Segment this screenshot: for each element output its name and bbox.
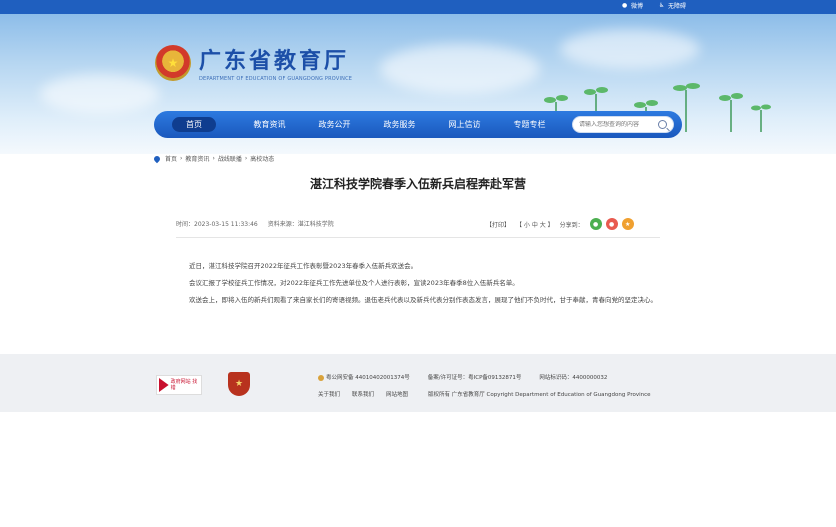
paragraph: 会议汇报了学校征兵工作情况，对2022年征兵工作先进单位及个人进行表彰，宣读20… (189, 279, 519, 287)
article-source: 湛江科技学院 (297, 221, 334, 228)
nav-item-topics[interactable]: 专题专栏 (497, 119, 562, 130)
location-pin-icon (152, 154, 162, 163)
source-label: 资料来源： (267, 221, 298, 228)
footer-links-row: 关于我们 联系我们 网站地图 版权所有 广东省教育厅 Copyright Dep… (318, 390, 651, 398)
nav-item-home[interactable]: 首页 (172, 117, 216, 132)
weibo-link[interactable]: ● 微博 (622, 1, 643, 10)
party-gov-badge-icon[interactable]: ★ (228, 372, 250, 396)
article-title: 湛江科技学院春季入伍新兵启程奔赴军营 (309, 177, 526, 191)
paragraph: 欢送会上，即将入伍的新兵们观看了来自家长们的寄语视频。退伍老兵代表以及新兵代表分… (189, 296, 657, 304)
top-links: ● 微博 ♿ 无障碍 (622, 1, 686, 10)
paragraph: 近日，湛江科技学院召开2022年征兵工作表彰暨2023年春季入伍新兵欢送会。 (189, 262, 418, 270)
breadcrumb-university[interactable]: 高校动态 (250, 154, 274, 163)
footer: 政府网站 找错 ★ 粤公网安备 44010402001374号 备案/许可证号：… (0, 354, 836, 412)
contact-us-link[interactable]: 联系我们 (352, 390, 374, 398)
share-label: 分享到： (559, 221, 584, 229)
search-box (572, 116, 674, 133)
accessibility-icon: ♿ (658, 2, 665, 9)
site-logo[interactable]: ★ 广东省教育厅 DEPARTMENT OF EDUCATION OF GUAN… (155, 43, 352, 82)
police-record[interactable]: 粤公网安备 44010402001374号 (326, 375, 410, 381)
site-name: 广东省教育厅 (199, 48, 350, 74)
site-code-label: 网站标识码： (539, 375, 573, 381)
qzone-share-icon[interactable]: ★ (621, 218, 634, 230)
font-size-control[interactable]: 【 小 中 大 】 (516, 220, 554, 229)
main-nav: 首页 教育资讯 政务公开 政务服务 网上信访 专题专栏 (154, 111, 682, 138)
breadcrumb-home[interactable]: 首页 (165, 154, 177, 163)
accessible-link[interactable]: ♿ 无障碍 (659, 1, 686, 10)
nav-item-petition[interactable]: 网上信访 (432, 119, 497, 130)
icp-number[interactable]: 粤ICP备09132871号 (468, 375, 521, 381)
about-us-link[interactable]: 关于我们 (318, 390, 340, 398)
gov-logo-icon (159, 378, 169, 392)
site-name-en: DEPARTMENT OF EDUCATION OF GUANGDONG PRO… (199, 76, 353, 82)
copyright: 版权所有 广东省教育厅 Copyright Department of Educ… (428, 392, 651, 398)
nav-item-news[interactable]: 教育资讯 (237, 119, 302, 130)
footer-info-row: 粤公网安备 44010402001374号 备案/许可证号：粤ICP备09132… (318, 373, 607, 381)
search-input[interactable] (579, 121, 659, 128)
nav-item-public[interactable]: 政务公开 (302, 119, 367, 130)
article-meta: 时间：2023-03-15 11:33:46 资料来源：湛江科技学院 (176, 219, 334, 228)
wechat-share-icon[interactable]: ● (589, 218, 602, 230)
nav-item-services[interactable]: 政务服务 (367, 119, 432, 130)
divider (176, 237, 660, 238)
breadcrumb-frontline[interactable]: 战线联播 (218, 154, 242, 163)
national-emblem-icon: ★ (155, 44, 191, 81)
gov-logo-text: 政府网站 找错 (170, 379, 198, 391)
top-bar: ● 微博 ♿ 无障碍 (0, 0, 836, 14)
search-icon[interactable] (658, 120, 667, 129)
site-map-link[interactable]: 网站地图 (386, 390, 408, 398)
share-buttons: ● ● ★ (589, 218, 634, 230)
police-badge-icon (318, 374, 324, 381)
breadcrumb-news[interactable]: 教育资讯 (185, 154, 209, 163)
article-body: 近日，湛江科技学院召开2022年征兵工作表彰暨2023年春季入伍新兵欢送会。 会… (176, 260, 688, 311)
breadcrumb: 首页 › 教育资讯 › 战线联播 › 高校动态 (152, 154, 274, 163)
article-tools: 【打印】 【 小 中 大 】 分享到： ● ● ★ (486, 218, 634, 230)
icp-label: 备案/许可证号： (427, 375, 469, 381)
time-label: 时间： (176, 221, 195, 228)
site-code: 4400000032 (572, 375, 608, 381)
accessible-label: 无障碍 (667, 3, 686, 10)
print-button[interactable]: 【打印】 (486, 220, 510, 229)
weibo-icon: ● (621, 2, 628, 9)
weibo-share-icon[interactable]: ● (605, 218, 618, 230)
gov-site-error-logo[interactable]: 政府网站 找错 (156, 375, 202, 395)
weibo-label: 微博 (630, 3, 643, 10)
publish-time: 2023-03-15 11:33:46 (194, 221, 258, 228)
